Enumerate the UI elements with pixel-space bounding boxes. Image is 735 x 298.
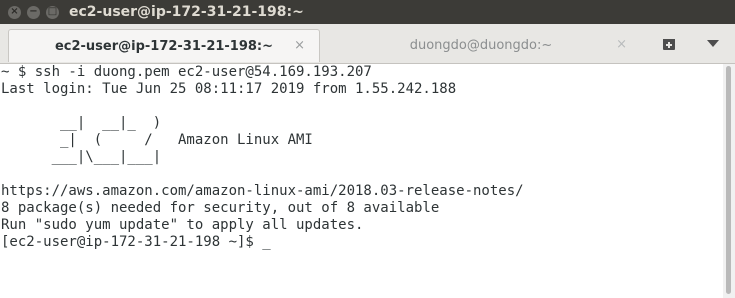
scrollbar-thumb[interactable]: [726, 66, 731, 294]
new-tab-icon[interactable]: [662, 37, 676, 51]
tab-ec2-user[interactable]: ec2-user@ip-172-31-21-198:~ ×: [8, 29, 320, 62]
minimize-window-icon[interactable]: −: [27, 5, 40, 19]
close-tab-icon[interactable]: ×: [616, 37, 627, 52]
close-tab-icon[interactable]: ×: [294, 38, 305, 53]
tab-duongdo[interactable]: duongdo@duongdo:~ ×: [323, 29, 639, 62]
terminal-line: Last login: Tue Jun 25 08:11:17 2019 fro…: [1, 81, 457, 97]
terminal-prompt-line: [ec2-user@ip-172-31-21-198 ~]$ _: [1, 234, 271, 250]
terminal-line: ___|\___|___|: [1, 149, 162, 165]
window-title: ec2-user@ip-172-31-21-198:~: [69, 4, 304, 20]
terminal-line: ~ $ ssh -i duong.pem ec2-user@54.169.193…: [1, 64, 372, 80]
terminal-line: https://aws.amazon.com/amazon-linux-ami/…: [1, 183, 524, 199]
tab-label: ec2-user@ip-172-31-21-198:~: [54, 38, 274, 54]
close-window-icon[interactable]: ×: [8, 5, 21, 19]
chevron-down-icon[interactable]: [707, 40, 719, 47]
terminal-output[interactable]: ~ $ ssh -i duong.pem ec2-user@54.169.193…: [0, 64, 723, 298]
tab-bar: ec2-user@ip-172-31-21-198:~ × duongdo@du…: [0, 24, 735, 64]
terminal-line: __| __|_ ): [1, 115, 162, 131]
maximize-window-icon[interactable]: □: [46, 5, 59, 19]
tab-label: duongdo@duongdo:~: [409, 38, 553, 53]
scrollbar[interactable]: [723, 64, 735, 298]
terminal-line: _| ( / Amazon Linux AMI: [1, 132, 313, 148]
terminal-line: 8 package(s) needed for security, out of…: [1, 200, 440, 216]
terminal-line: Run "sudo yum update" to apply all updat…: [1, 217, 364, 233]
window-titlebar: × − □ ec2-user@ip-172-31-21-198:~: [0, 0, 735, 24]
